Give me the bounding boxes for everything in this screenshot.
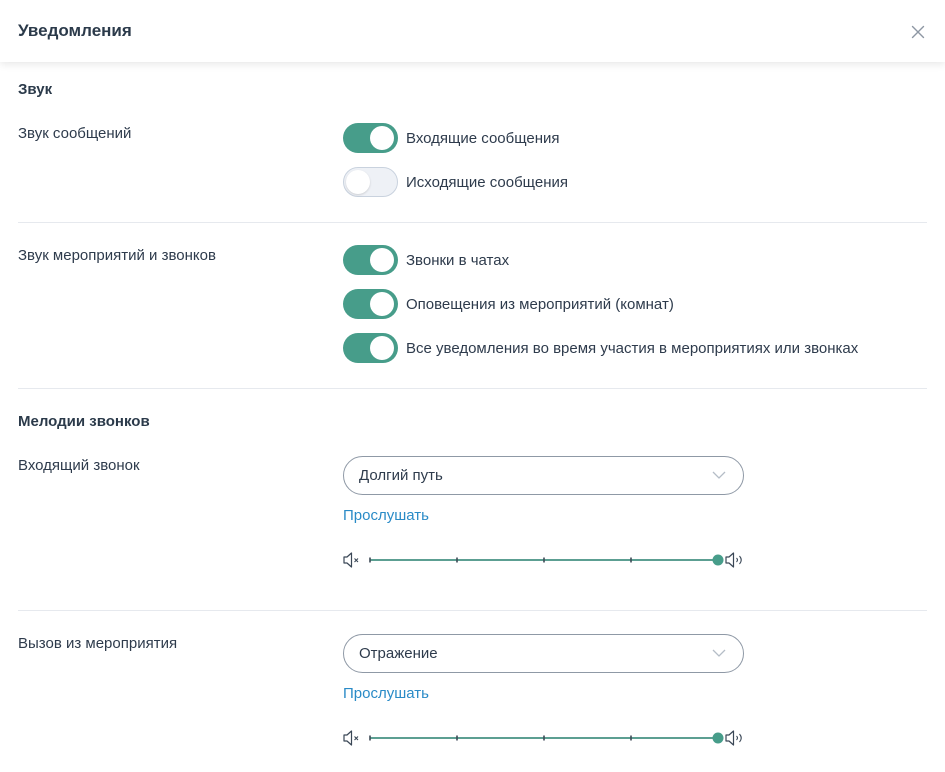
toggle-knob [370,248,394,272]
all-during-events-toggle[interactable] [343,333,398,363]
toggle-row-event-alerts: Оповещения из мероприятий (комнат) [343,289,674,319]
toggle-row-all-during-events: Все уведомления во время участия в мероп… [343,333,858,363]
toggle-knob [346,170,370,194]
section-title-ringtones: Мелодии звонков [18,413,150,430]
slider-handle [712,554,724,566]
incoming-call-volume-slider[interactable] [342,550,746,570]
volume-mute-icon [343,730,359,746]
dialog-title: Уведомления [18,21,132,40]
incoming-call-label: Входящий звонок [18,457,140,474]
outgoing-messages-label: Исходящие сообщения [406,173,568,191]
chevron-down-icon [712,471,726,479]
settings-content: Звук Звук сообщений Входящие сообщения И… [0,62,945,772]
event-call-ringtone-select[interactable]: Отражение [343,634,744,673]
close-icon [911,25,925,39]
incoming-messages-label: Входящие сообщения [406,129,560,147]
incoming-call-ringtone-value: Долгий путь [359,467,443,484]
volume-mute-icon [343,552,359,568]
toggle-row-outgoing-messages: Исходящие сообщения [343,167,568,197]
volume-max-icon [725,552,742,568]
toggle-row-chat-calls: Звонки в чатах [343,245,509,275]
chat-calls-label: Звонки в чатах [406,251,510,269]
event-call-ringtone-value: Отражение [359,645,438,662]
slider-handle [712,732,724,744]
event-call-label: Вызов из мероприятия [18,635,178,652]
event-call-listen-link[interactable]: Прослушать [343,685,429,702]
volume-max-icon [725,730,742,746]
toggle-knob [370,292,394,316]
outgoing-messages-toggle[interactable] [343,167,398,197]
chevron-down-icon [712,649,726,657]
toggle-knob [370,126,394,150]
incoming-messages-toggle[interactable] [343,123,398,153]
incoming-call-listen-link[interactable]: Прослушать [343,507,429,524]
close-button[interactable] [908,22,928,42]
toggle-row-incoming-messages: Входящие сообщения [343,123,560,153]
chat-calls-toggle[interactable] [343,245,398,275]
dialog-header: Уведомления [0,0,945,62]
divider [18,222,927,223]
divider [18,388,927,389]
event-alerts-label: Оповещения из мероприятий (комнат) [406,295,674,313]
divider [18,610,927,611]
event-alerts-toggle[interactable] [343,289,398,319]
all-during-events-label: Все уведомления во время участия в мероп… [406,339,859,357]
message-sound-label: Звук сообщений [18,125,132,142]
section-title-sound: Звук [18,81,53,98]
event-call-volume-slider[interactable] [342,728,746,748]
toggle-knob [370,336,394,360]
events-sound-label: Звук мероприятий и звонков [18,247,216,264]
incoming-call-ringtone-select[interactable]: Долгий путь [343,456,744,495]
